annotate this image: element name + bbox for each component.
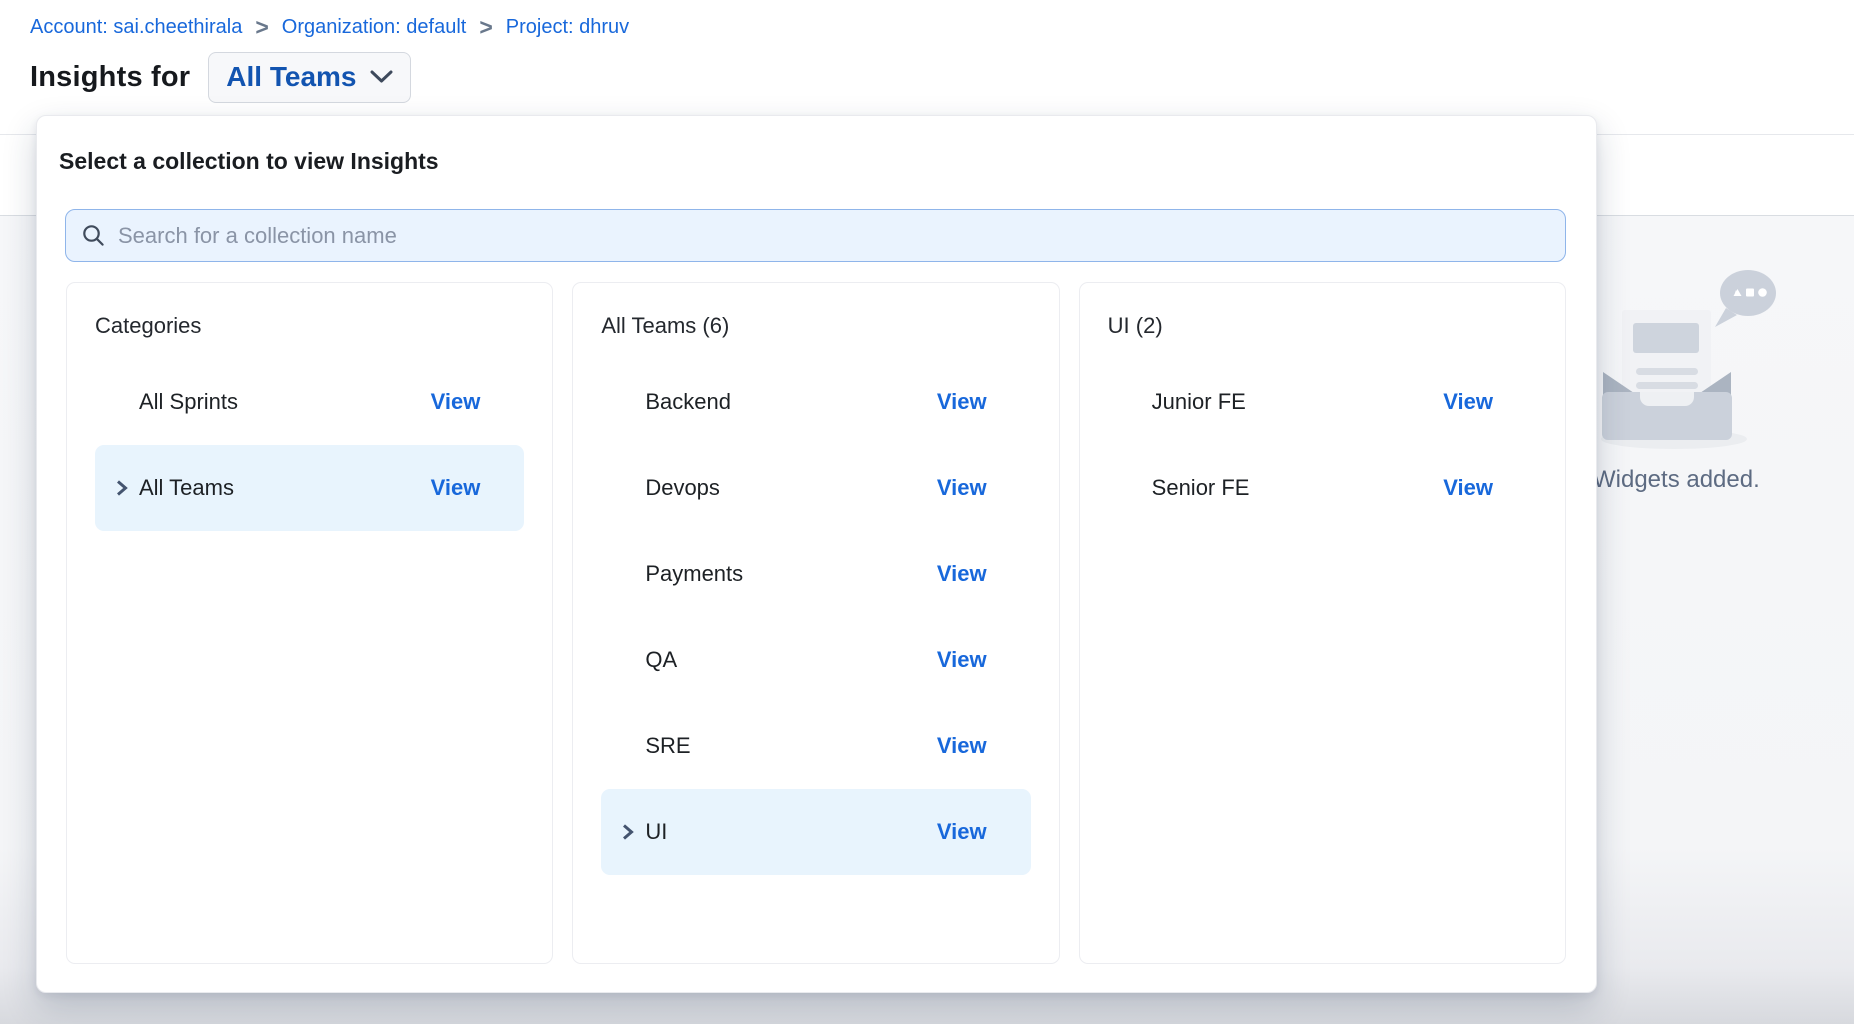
view-link[interactable]: View [1443,475,1493,501]
chevron-right-icon [116,480,128,497]
collection-row-junior-fe[interactable]: Junior FE View [1108,359,1537,445]
view-link[interactable]: View [937,733,987,759]
collection-columns: Categories All Sprints View All Teams Vi… [66,282,1566,964]
breadcrumb-separator-icon: > [479,17,492,37]
page-header: Insights for All Teams [30,52,411,103]
modal-title: Select a collection to view Insights [59,148,439,175]
view-link[interactable]: View [937,561,987,587]
ui-card: UI (2) Junior FE View Senior FE View [1079,282,1566,964]
empty-state-message: Widgets added. [1593,466,1760,494]
collection-name: Payments [645,561,743,587]
view-link[interactable]: View [937,647,987,673]
collection-search [65,209,1566,262]
collection-row-ui[interactable]: UI View [601,789,1030,875]
collection-row-qa[interactable]: QA View [601,617,1030,703]
collection-name: UI [645,819,667,845]
card-header: Categories [95,309,524,343]
collection-dropdown-button[interactable]: All Teams [208,52,410,103]
collection-name: Backend [645,389,731,415]
view-link[interactable]: View [1443,389,1493,415]
chevron-right-icon [622,824,634,841]
chevron-down-icon [370,70,393,84]
search-icon [82,224,105,247]
breadcrumb-project-link[interactable]: Project: dhruv [506,16,629,39]
collection-row-senior-fe[interactable]: Senior FE View [1108,445,1537,531]
page-title: Insights for [30,61,190,94]
collection-row-all-teams[interactable]: All Teams View [95,445,524,531]
collection-name: QA [645,647,677,673]
card-header: All Teams (6) [601,309,1030,343]
breadcrumb: Account: sai.cheethirala > Organization:… [30,16,629,39]
view-link[interactable]: View [431,389,481,415]
view-link[interactable]: View [937,475,987,501]
collection-picker-modal: Select a collection to view Insights Cat… [36,115,1597,993]
collection-row-sre[interactable]: SRE View [601,703,1030,789]
inbox-illustration-icon [1598,236,1798,456]
collection-name: Senior FE [1152,475,1250,501]
categories-card: Categories All Sprints View All Teams Vi… [66,282,553,964]
collection-name: SRE [645,733,690,759]
all-teams-card: All Teams (6) Backend View Devops View P… [572,282,1059,964]
view-link[interactable]: View [431,475,481,501]
view-link[interactable]: View [937,389,987,415]
collection-row-backend[interactable]: Backend View [601,359,1030,445]
collection-dropdown-label: All Teams [226,61,356,93]
collection-row-devops[interactable]: Devops View [601,445,1030,531]
breadcrumb-separator-icon: > [255,17,268,37]
collection-row-all-sprints[interactable]: All Sprints View [95,359,524,445]
search-input[interactable] [118,223,1549,249]
collection-row-payments[interactable]: Payments View [601,531,1030,617]
view-link[interactable]: View [937,819,987,845]
collection-name: Junior FE [1152,389,1246,415]
collection-name: All Teams [139,475,234,501]
collection-name: Devops [645,475,720,501]
breadcrumb-account-link[interactable]: Account: sai.cheethirala [30,16,242,39]
card-header: UI (2) [1108,309,1537,343]
breadcrumb-organization-link[interactable]: Organization: default [282,16,467,39]
collection-name: All Sprints [139,389,238,415]
